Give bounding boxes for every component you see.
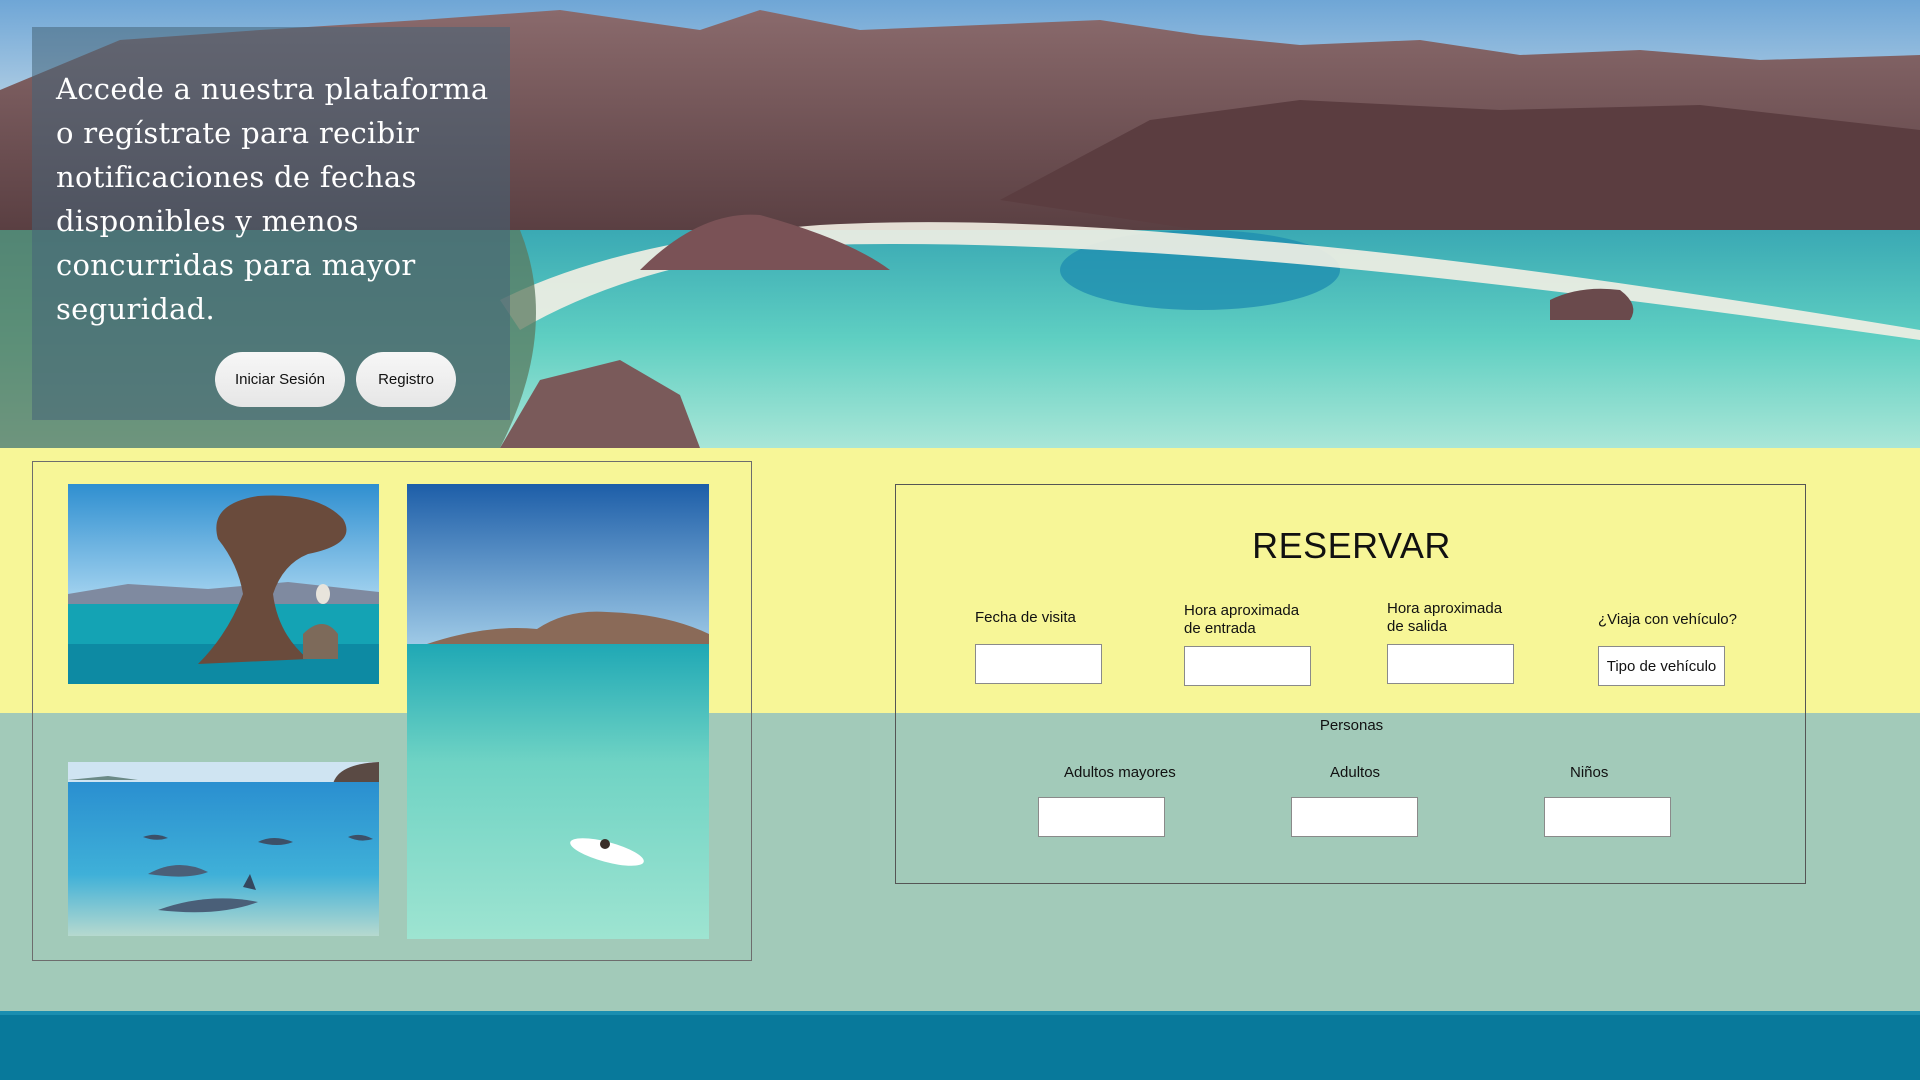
exit-time-label-line2: de salida (1387, 618, 1448, 635)
entry-time-label-line2: de entrada (1184, 620, 1256, 637)
exit-time-label: Hora aproximada de salida (1387, 600, 1502, 636)
intro-text: Accede a nuestra plataforma o regístrate… (56, 72, 489, 326)
children-label: Niños (1570, 764, 1609, 781)
children-input[interactable] (1544, 797, 1671, 837)
vehicle-type-select[interactable]: Tipo de vehículo (1598, 646, 1725, 686)
booking-form: RESERVAR Fecha de visita Hora aproximada… (895, 484, 1806, 884)
dolphins-photo (68, 762, 379, 936)
entry-time-label-line1: Hora aproximada (1184, 602, 1300, 619)
entry-time-input[interactable] (1184, 646, 1311, 686)
rock-formation-photo (68, 484, 379, 684)
page: Accede a nuestra plataforma o regístrate… (0, 0, 1920, 1080)
register-button[interactable]: Registro (356, 352, 456, 407)
kayak-photo (407, 484, 709, 939)
photo-gallery (32, 461, 752, 961)
adults-input[interactable] (1291, 797, 1418, 837)
exit-time-label-line1: Hora aproximada (1387, 600, 1503, 617)
booking-title: RESERVAR (1252, 525, 1451, 566)
login-button[interactable]: Iniciar Sesión (215, 352, 345, 407)
intro-panel: Accede a nuestra plataforma o regístrate… (32, 27, 510, 420)
seniors-input[interactable] (1038, 797, 1165, 837)
visit-date-label: Fecha de visita (975, 609, 1076, 626)
adults-label: Adultos (1330, 764, 1381, 781)
footer-bar (0, 1011, 1920, 1080)
visit-date-input[interactable] (975, 644, 1102, 684)
people-section-label: Personas (1319, 717, 1384, 734)
exit-time-input[interactable] (1387, 644, 1514, 684)
hero-banner: Accede a nuestra plataforma o regístrate… (0, 0, 1920, 448)
entry-time-label: Hora aproximada de entrada (1184, 602, 1299, 638)
vehicle-question-label: ¿Viaja con vehículo? (1598, 611, 1737, 628)
seniors-label: Adultos mayores (1064, 764, 1176, 781)
